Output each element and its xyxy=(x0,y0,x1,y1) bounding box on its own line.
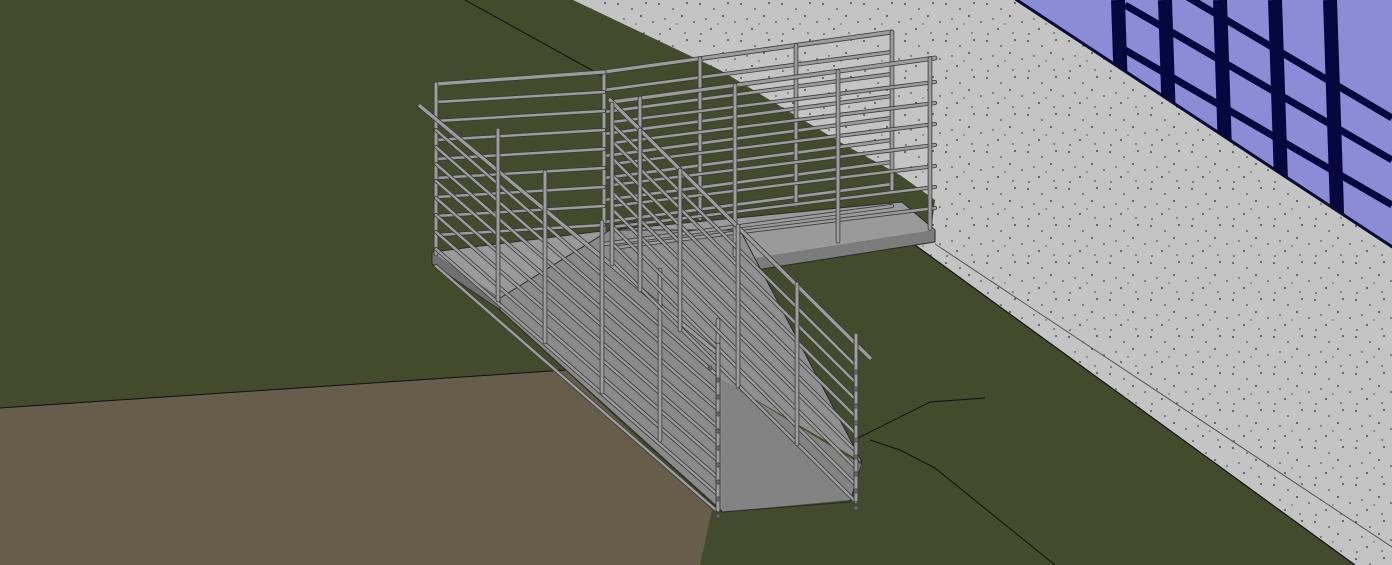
handrail-end-cap xyxy=(707,365,713,371)
3d-viewport[interactable] xyxy=(0,0,1392,565)
rail-end-cap xyxy=(715,462,721,468)
rail-end-cap xyxy=(853,471,859,477)
rail-end-cap xyxy=(715,411,721,417)
rail-end-cap xyxy=(853,505,859,511)
rail-end-cap xyxy=(715,445,721,451)
rail-end-cap xyxy=(715,513,721,519)
rail-end-cap xyxy=(715,479,721,485)
rail-end-cap xyxy=(853,437,859,443)
rail-end-cap xyxy=(715,377,721,383)
rail-end-cap xyxy=(715,428,721,434)
rail-end-cap xyxy=(715,496,721,502)
rail-end-cap xyxy=(715,394,721,400)
rail-end-cap xyxy=(853,403,859,409)
rail-end-cap xyxy=(853,386,859,392)
rail-end-cap xyxy=(853,488,859,494)
model-scene[interactable] xyxy=(0,0,1392,565)
rail-end-cap xyxy=(853,369,859,375)
rail-end-cap xyxy=(853,454,859,460)
rail-end-cap xyxy=(853,420,859,426)
